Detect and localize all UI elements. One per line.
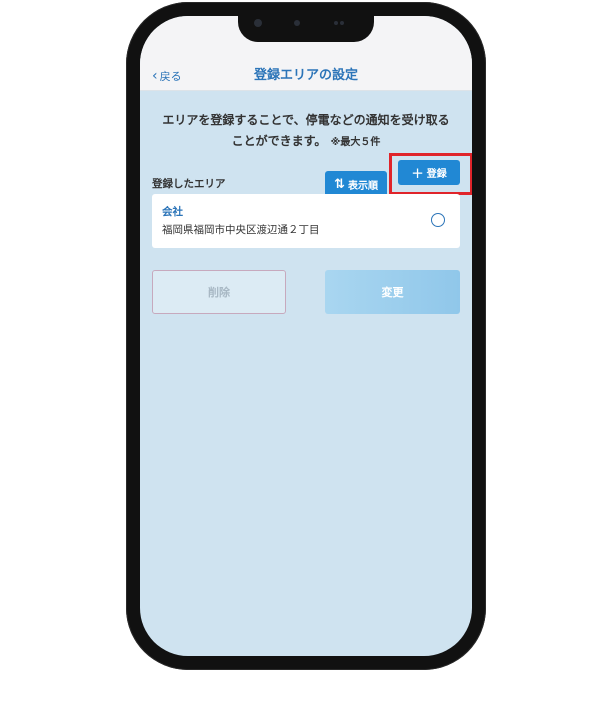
area-list-item[interactable]: 会社 福岡県福岡市中央区渡辺通２丁目 (152, 194, 460, 248)
area-select-radio[interactable] (431, 213, 445, 227)
sensor-icon (334, 21, 338, 25)
limit-note: ※最大５件 (330, 137, 381, 148)
delete-button[interactable]: 削除 (152, 270, 286, 314)
add-area-label: 登録 (426, 169, 447, 180)
add-area-button[interactable]: + 登録 (398, 160, 460, 185)
phone-frame: ‹ 戻る 登録エリアの設定 エリアを登録することで、停電などの通知を受け取る こ… (126, 2, 486, 670)
sort-arrows-icon: ⇅ (334, 176, 345, 192)
camera-icon (254, 19, 262, 27)
sensor-icon (340, 21, 344, 25)
description-text: エリアを登録することで、停電などの通知を受け取る ことができます。 ※最大５件 (140, 110, 472, 153)
change-button[interactable]: 変更 (325, 270, 460, 314)
description-line-2: ことができます。 ※最大５件 (231, 134, 381, 148)
description-line-1: エリアを登録することで、停電などの通知を受け取る (162, 113, 450, 127)
area-name: 会社 (162, 206, 183, 218)
plus-icon: + (411, 163, 424, 182)
phone-notch (238, 12, 374, 42)
registered-areas-label: 登録したエリア (152, 178, 226, 190)
page-title: 登録エリアの設定 (253, 68, 358, 83)
sensor-icon (294, 20, 300, 26)
area-address: 福岡県福岡市中央区渡辺通２丁目 (162, 224, 320, 236)
app-screen: ‹ 戻る 登録エリアの設定 エリアを登録することで、停電などの通知を受け取る こ… (140, 16, 472, 656)
sort-order-label: 表示順 (347, 180, 378, 192)
